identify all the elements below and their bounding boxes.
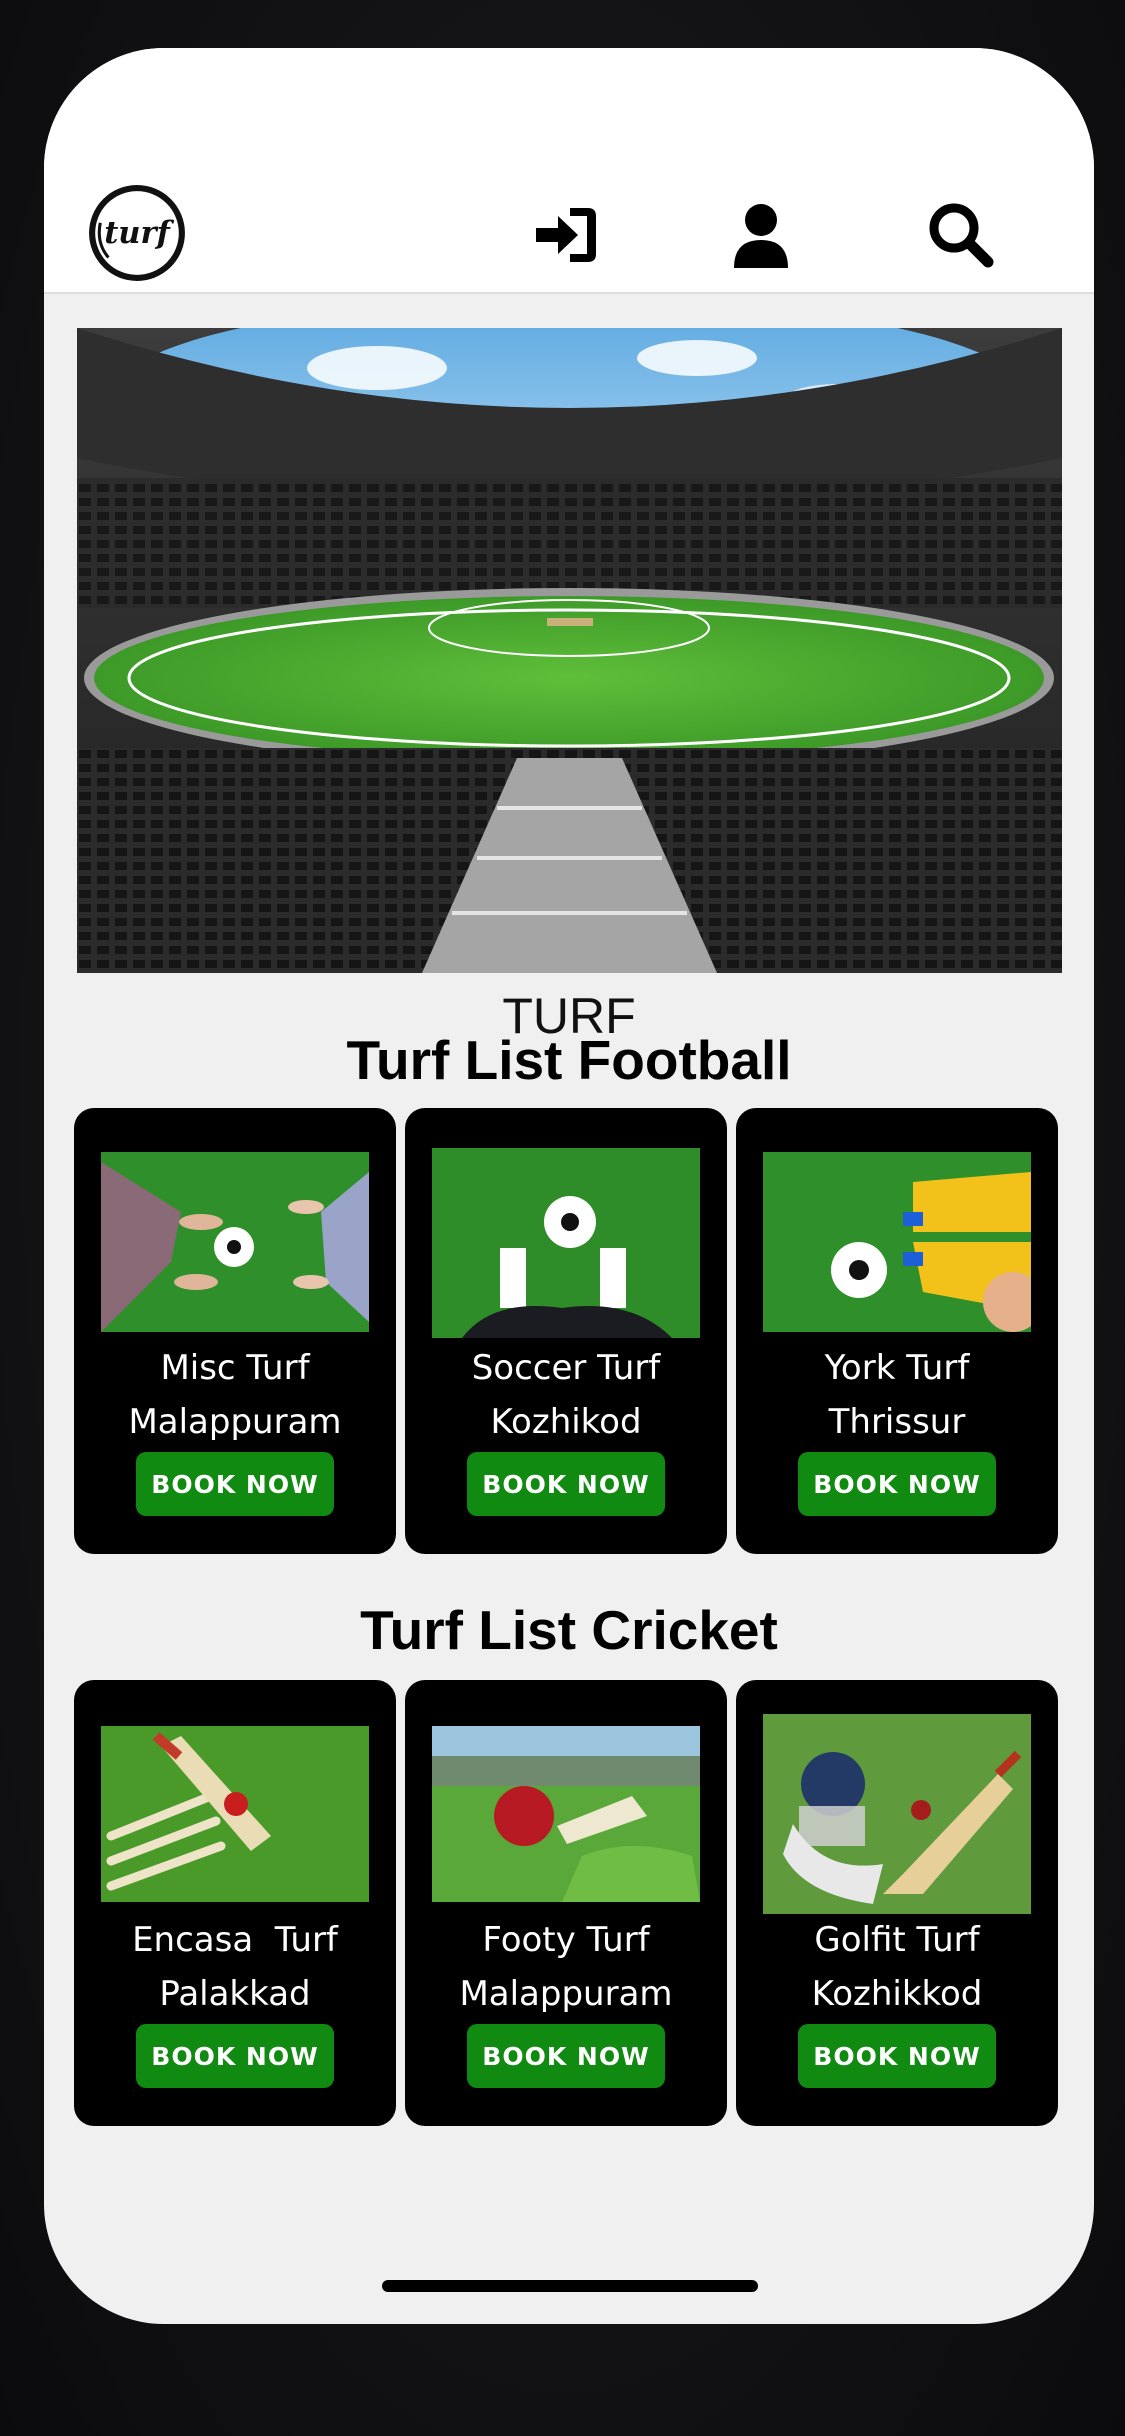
phone-screen: turf TURF Turf List Football Misc Turf M… bbox=[44, 48, 1094, 2324]
turf-city: Kozhikkod bbox=[811, 1974, 983, 2014]
turf-name: Misc Turf bbox=[160, 1348, 310, 1388]
turf-card-cricket[interactable]: Golfit Turf Kozhikkod BOOK NOW bbox=[736, 1680, 1058, 2126]
stadium-hero-image bbox=[77, 328, 1062, 973]
turf-name: Encasa Turf bbox=[132, 1920, 338, 1960]
book-now-button[interactable]: BOOK NOW bbox=[136, 2024, 334, 2088]
cricket-thumbnail bbox=[432, 1726, 700, 1902]
turf-card-football[interactable]: Soccer Turf Kozhikod BOOK NOW bbox=[405, 1108, 727, 1554]
turf-city: Palakkad bbox=[159, 1974, 311, 2014]
turf-name: York Turf bbox=[824, 1348, 970, 1388]
book-now-button[interactable]: BOOK NOW bbox=[798, 2024, 996, 2088]
user-icon[interactable] bbox=[726, 200, 796, 270]
football-thumbnail bbox=[101, 1152, 369, 1332]
turf-card-football[interactable]: Misc Turf Malappuram BOOK NOW bbox=[74, 1108, 396, 1554]
football-thumbnail bbox=[432, 1148, 700, 1338]
turf-name: Golfit Turf bbox=[814, 1920, 980, 1960]
turf-card-cricket[interactable]: Encasa Turf Palakkad BOOK NOW bbox=[74, 1680, 396, 2126]
turf-city: Malappuram bbox=[459, 1974, 673, 2014]
football-thumbnail bbox=[763, 1152, 1031, 1332]
turf-city: Malappuram bbox=[128, 1402, 342, 1442]
app-header: turf bbox=[44, 48, 1094, 294]
book-now-button[interactable]: BOOK NOW bbox=[136, 1452, 334, 1516]
search-icon[interactable] bbox=[926, 200, 996, 270]
football-section-title: Turf List Football bbox=[346, 1029, 792, 1091]
turf-name: Soccer Turf bbox=[471, 1348, 661, 1388]
turf-card-football[interactable]: York Turf Thrissur BOOK NOW bbox=[736, 1108, 1058, 1554]
cricket-section-title: Turf List Cricket bbox=[360, 1599, 778, 1661]
turf-city: Kozhikod bbox=[490, 1402, 642, 1442]
book-now-button[interactable]: BOOK NOW bbox=[798, 1452, 996, 1516]
turf-city: Thrissur bbox=[828, 1402, 966, 1442]
cricket-thumbnail bbox=[763, 1714, 1031, 1914]
sign-in-icon[interactable] bbox=[532, 200, 602, 270]
turf-name: Footy Turf bbox=[482, 1920, 650, 1960]
cricket-thumbnail bbox=[101, 1726, 369, 1902]
turf-logo[interactable]: turf bbox=[86, 182, 188, 284]
book-now-button[interactable]: BOOK NOW bbox=[467, 2024, 665, 2088]
turf-card-cricket[interactable]: Footy Turf Malappuram BOOK NOW bbox=[405, 1680, 727, 2126]
svg-text:turf: turf bbox=[104, 215, 174, 251]
home-indicator[interactable] bbox=[382, 2280, 758, 2292]
book-now-button[interactable]: BOOK NOW bbox=[467, 1452, 665, 1516]
